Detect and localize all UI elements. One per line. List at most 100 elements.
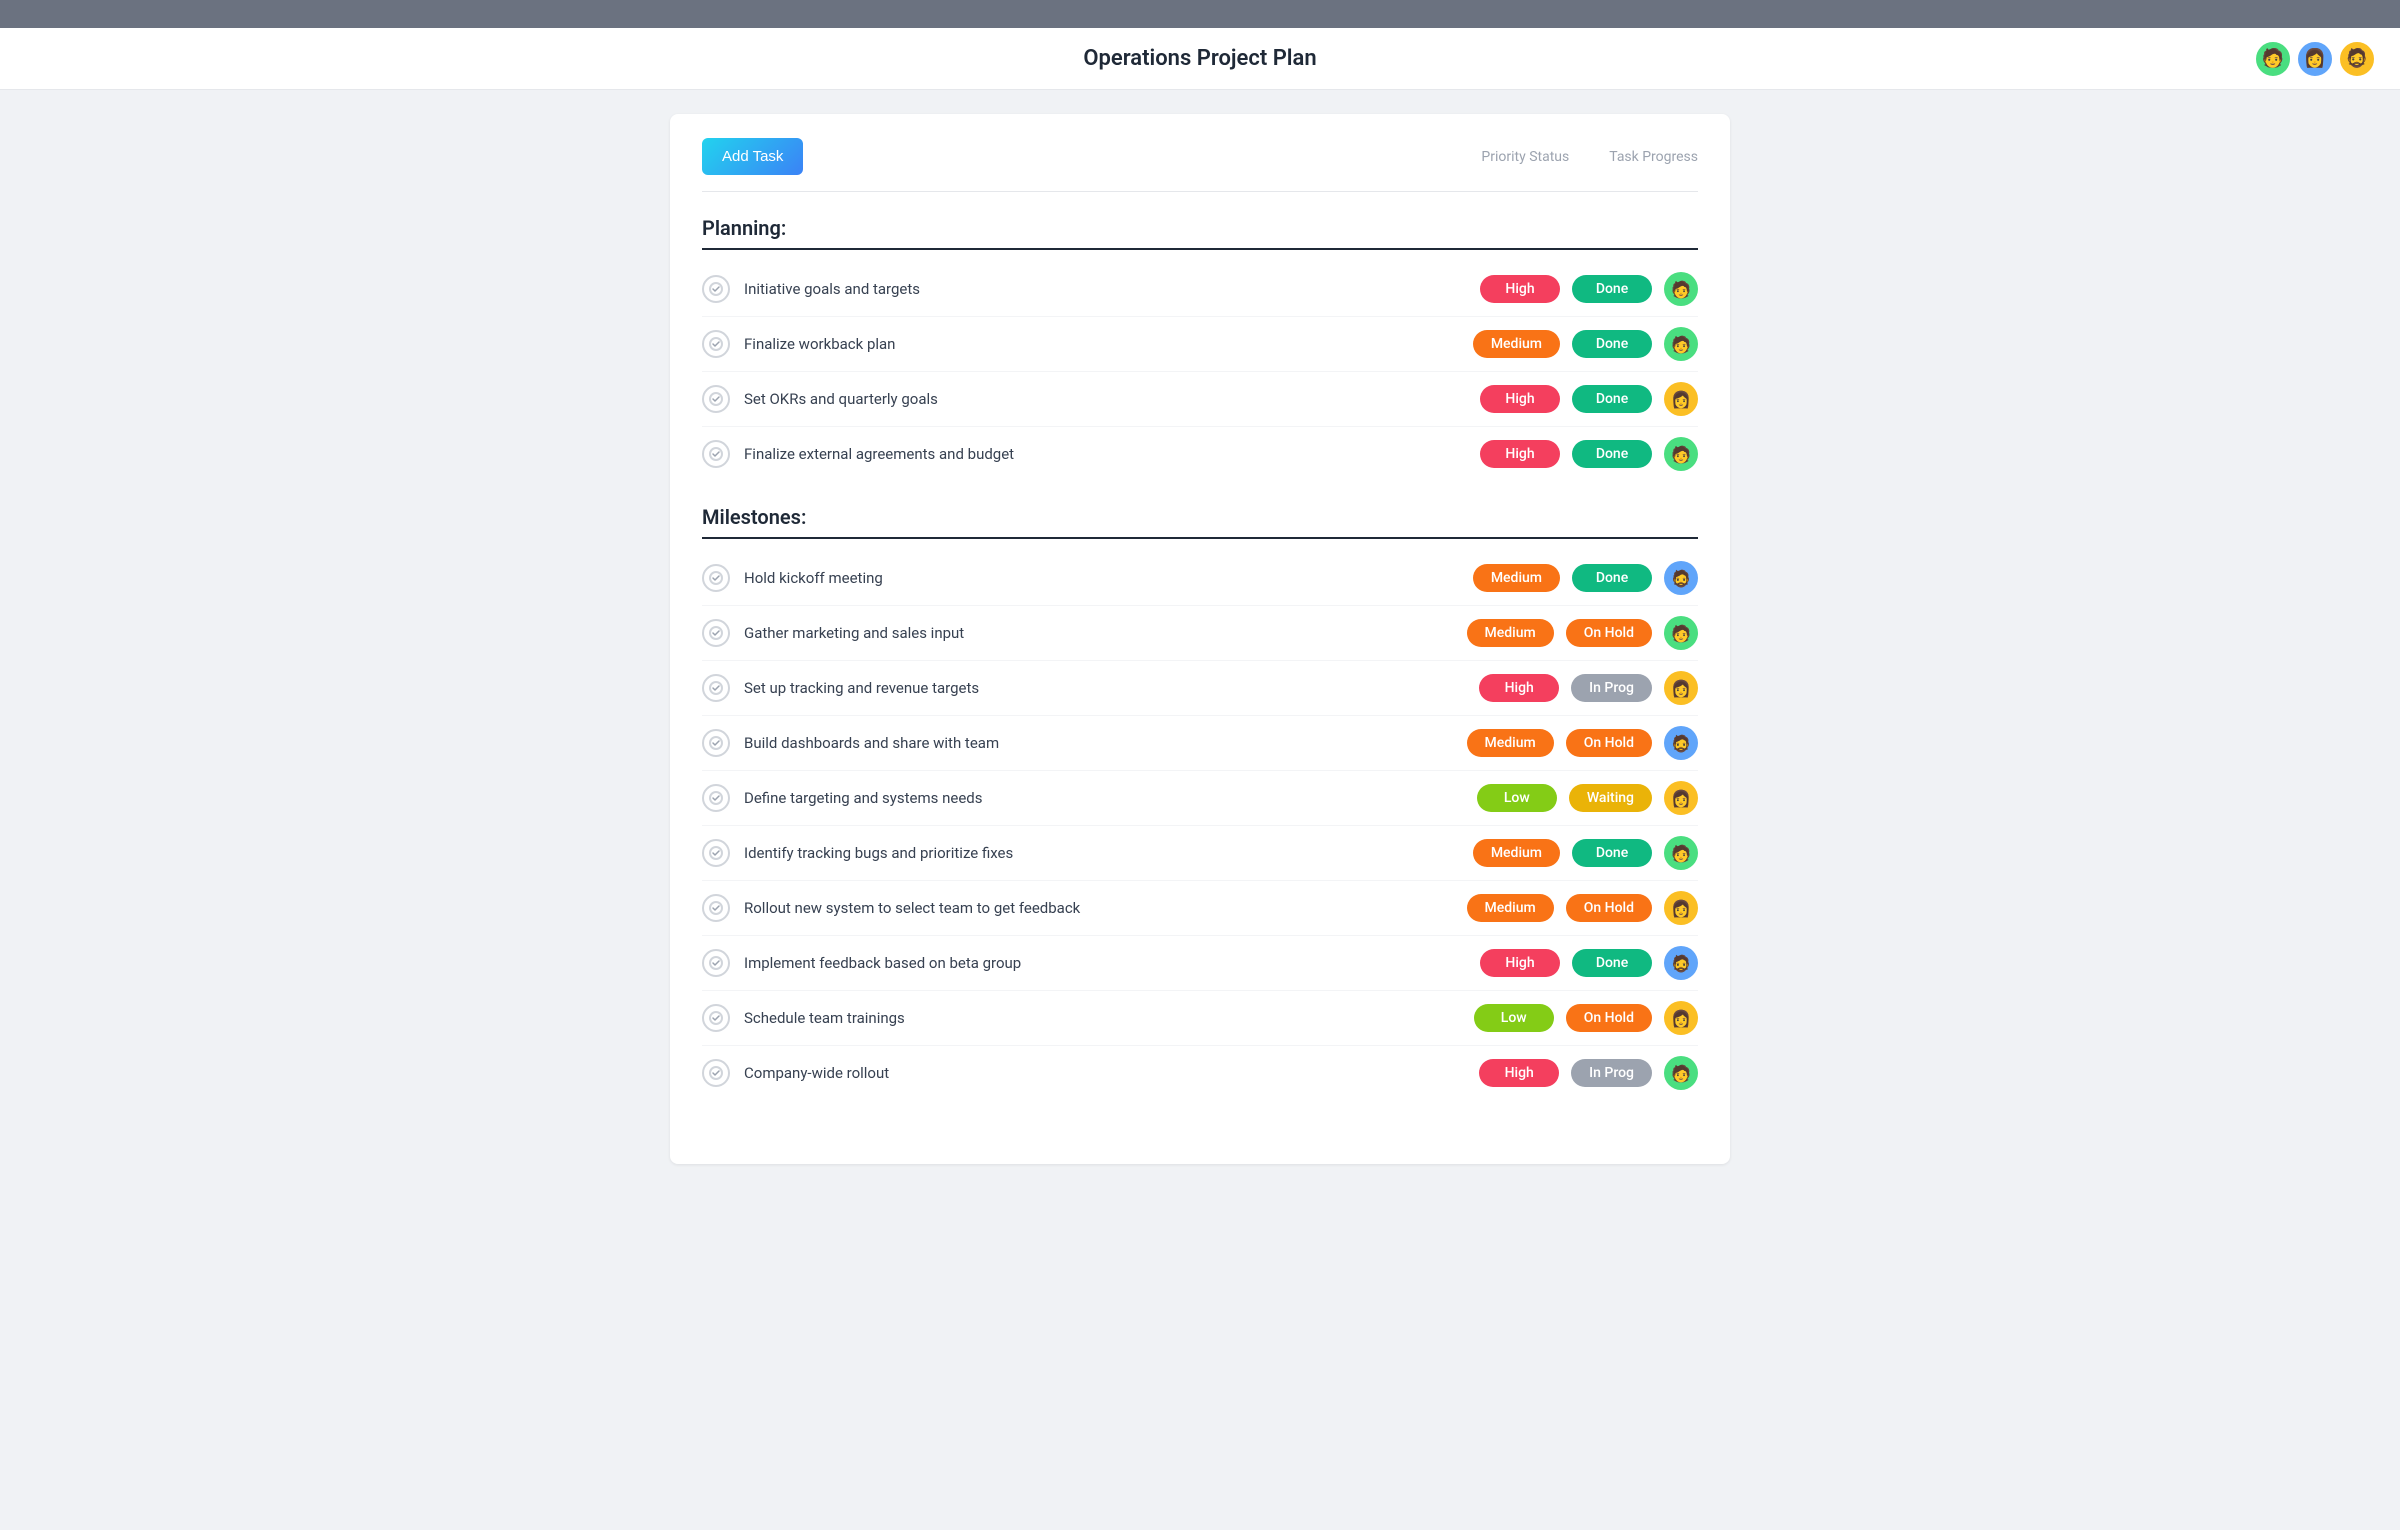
section-title-planning: Planning:: [702, 216, 1698, 250]
avatar: 👩: [1664, 671, 1698, 705]
status-badge: Done: [1572, 385, 1652, 413]
avatar: 👩: [1664, 781, 1698, 815]
task-row: Finalize workback planMedium Done 🧑: [702, 317, 1698, 372]
task-name: Company-wide rollout: [744, 1064, 1479, 1082]
status-badge: Done: [1572, 564, 1652, 592]
task-check[interactable]: [702, 839, 730, 867]
header-avatars: 🧑 👩 🧔: [2254, 40, 2376, 78]
avatar: 🧑: [1664, 327, 1698, 361]
toolbar: Add Task Priority Status Task Progress: [702, 138, 1698, 192]
task-check[interactable]: [702, 674, 730, 702]
priority-badge: High: [1480, 440, 1560, 468]
col2-label: Task Progress: [1609, 149, 1698, 165]
task-row: Hold kickoff meetingMedium Done 🧔: [702, 551, 1698, 606]
task-check[interactable]: [702, 784, 730, 812]
priority-badge: High: [1479, 1059, 1559, 1087]
task-row: Set up tracking and revenue targetsHighI…: [702, 661, 1698, 716]
task-row: Set OKRs and quarterly goalsHigh Done 👩: [702, 372, 1698, 427]
task-check[interactable]: [702, 894, 730, 922]
avatar: 🧔: [1664, 946, 1698, 980]
task-name: Implement feedback based on beta group: [744, 954, 1480, 972]
task-check[interactable]: [702, 385, 730, 413]
task-check[interactable]: [702, 1059, 730, 1087]
task-row: Schedule team trainingsLow On Hold 👩: [702, 991, 1698, 1046]
priority-badge: High: [1480, 385, 1560, 413]
task-name: Rollout new system to select team to get…: [744, 899, 1467, 917]
status-badge: In Prog: [1571, 674, 1652, 702]
status-badge: Done: [1572, 440, 1652, 468]
task-name: Identify tracking bugs and prioritize fi…: [744, 844, 1473, 862]
task-name: Set up tracking and revenue targets: [744, 679, 1479, 697]
priority-badge: Medium: [1473, 564, 1560, 592]
avatar: 🧑: [1664, 1056, 1698, 1090]
avatar: 🧔: [1664, 561, 1698, 595]
avatar: 🧔: [1664, 726, 1698, 760]
avatar: 👩: [1664, 891, 1698, 925]
task-name: Initiative goals and targets: [744, 280, 1480, 298]
task-row: Rollout new system to select team to get…: [702, 881, 1698, 936]
avatar: 🧑: [1664, 616, 1698, 650]
priority-badge: Medium: [1473, 839, 1560, 867]
task-name: Finalize external agreements and budget: [744, 445, 1480, 463]
task-name: Finalize workback plan: [744, 335, 1473, 353]
header: Operations Project Plan 🧑 👩 🧔: [0, 28, 2400, 90]
task-name: Gather marketing and sales input: [744, 624, 1467, 642]
col1-label: Priority Status: [1481, 149, 1569, 165]
task-row: Initiative goals and targetsHigh Done 🧑: [702, 262, 1698, 317]
top-bar: [0, 0, 2400, 28]
task-check[interactable]: [702, 1004, 730, 1032]
section-planning: Planning:Initiative goals and targetsHig…: [702, 216, 1698, 481]
status-badge: Done: [1572, 275, 1652, 303]
task-check[interactable]: [702, 330, 730, 358]
status-badge: Done: [1572, 839, 1652, 867]
avatar-2: 👩: [2296, 40, 2334, 78]
status-badge: On Hold: [1566, 729, 1652, 757]
task-row: Identify tracking bugs and prioritize fi…: [702, 826, 1698, 881]
avatar: 👩: [1664, 382, 1698, 416]
task-row: Implement feedback based on beta groupHi…: [702, 936, 1698, 991]
task-row: Gather marketing and sales inputMedium On…: [702, 606, 1698, 661]
task-row: Build dashboards and share with teamMedi…: [702, 716, 1698, 771]
avatar-3: 🧔: [2338, 40, 2376, 78]
task-name: Define targeting and systems needs: [744, 789, 1477, 807]
priority-badge: Medium: [1467, 729, 1554, 757]
priority-badge: High: [1480, 275, 1560, 303]
task-list-milestones: Hold kickoff meetingMediumDone🧔Gather ma…: [702, 551, 1698, 1100]
avatar-1: 🧑: [2254, 40, 2292, 78]
avatar: 🧑: [1664, 836, 1698, 870]
avatar: 🧑: [1664, 272, 1698, 306]
toolbar-labels: Priority Status Task Progress: [1481, 149, 1698, 165]
main-content: Add Task Priority Status Task Progress P…: [670, 114, 1730, 1164]
task-row: Finalize external agreements and budgetH…: [702, 427, 1698, 481]
priority-badge: Medium: [1467, 619, 1554, 647]
status-badge: On Hold: [1566, 619, 1652, 647]
task-row: Company-wide rolloutHigh In Prog 🧑: [702, 1046, 1698, 1100]
avatar: 🧑: [1664, 437, 1698, 471]
task-check[interactable]: [702, 275, 730, 303]
task-check[interactable]: [702, 564, 730, 592]
task-check[interactable]: [702, 949, 730, 977]
status-badge: Done: [1572, 949, 1652, 977]
sections-container: Planning:Initiative goals and targetsHig…: [702, 216, 1698, 1100]
task-check[interactable]: [702, 729, 730, 757]
page-title: Operations Project Plan: [1083, 46, 1316, 71]
status-badge: In Prog: [1571, 1059, 1652, 1087]
status-badge: Done: [1572, 330, 1652, 358]
task-name: Set OKRs and quarterly goals: [744, 390, 1480, 408]
task-name: Build dashboards and share with team: [744, 734, 1467, 752]
status-badge: On Hold: [1566, 1004, 1652, 1032]
task-check[interactable]: [702, 619, 730, 647]
priority-badge: High: [1480, 949, 1560, 977]
section-milestones: Milestones:Hold kickoff meetingMediumDon…: [702, 505, 1698, 1100]
priority-badge: Low: [1474, 1004, 1554, 1032]
priority-badge: Medium: [1467, 894, 1554, 922]
task-list-planning: Initiative goals and targetsHighDone🧑Fin…: [702, 262, 1698, 481]
task-name: Hold kickoff meeting: [744, 569, 1473, 587]
task-check[interactable]: [702, 440, 730, 468]
priority-badge: Medium: [1473, 330, 1560, 358]
priority-badge: Low: [1477, 784, 1557, 812]
avatar: 👩: [1664, 1001, 1698, 1035]
add-task-button[interactable]: Add Task: [702, 138, 803, 175]
status-badge: On Hold: [1566, 894, 1652, 922]
task-name: Schedule team trainings: [744, 1009, 1474, 1027]
